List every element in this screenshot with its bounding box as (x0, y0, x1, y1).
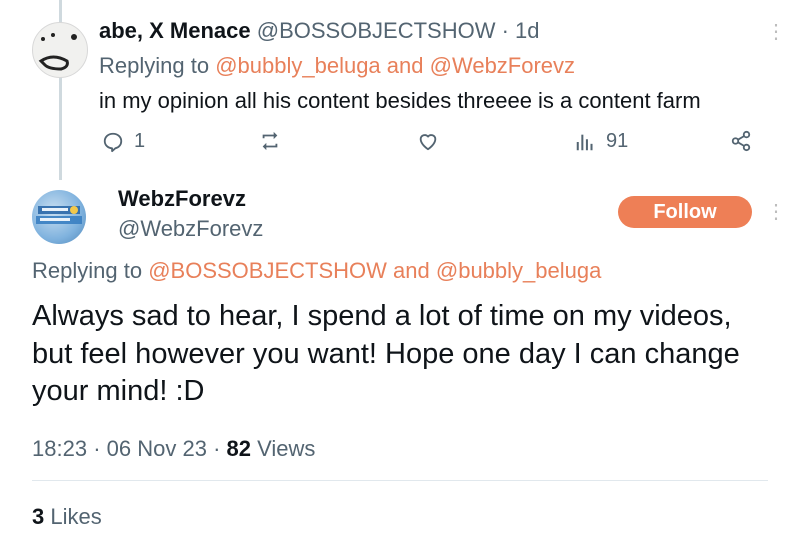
tweet1-separator: · (501, 18, 509, 43)
tweet1-header: abe, X Menace @BOSSOBJECTSHOW · 1d (99, 18, 540, 44)
avatar[interactable] (32, 22, 88, 78)
reply-count: 1 (134, 130, 146, 152)
mention-link[interactable]: @bubbly_beluga (436, 258, 601, 283)
avatar-face-drawing (38, 33, 77, 71)
meta-separator: · (213, 436, 221, 461)
avatar-logo-drawing (36, 206, 82, 224)
tweet2-views-count: 82 (226, 436, 251, 461)
tweet2-time[interactable]: 18:23 (32, 436, 87, 461)
divider (32, 480, 768, 481)
meta-separator: · (93, 436, 101, 461)
retweet-icon (262, 131, 278, 151)
views-count: 91 (606, 130, 629, 152)
tweet1-author-name[interactable]: abe, X Menace (99, 18, 251, 43)
tweet2-author-handle[interactable]: @WebzForevz (118, 216, 263, 242)
replying-prefix: Replying to (99, 53, 210, 78)
tweet1-author-handle[interactable]: @BOSSOBJECTSHOW (257, 18, 496, 43)
tweet1-timestamp[interactable]: 1d (515, 18, 539, 43)
share-icon (731, 130, 751, 152)
tweet2-text: Always sad to hear, I spend a lot of tim… (32, 300, 740, 407)
more-vertical-icon[interactable]: ⋮ (766, 22, 786, 42)
heart-icon (419, 134, 437, 151)
mention-link[interactable]: @BOSSOBJECTSHOW (148, 258, 387, 283)
mention-and: and (386, 53, 424, 78)
tweet1-replying-to: Replying to @bubbly_beluga and @WebzFore… (99, 53, 575, 79)
tweet2-date[interactable]: 06 Nov 23 (107, 436, 207, 461)
tweet1-text: in my opinion all his content besides th… (99, 88, 701, 113)
replying-prefix: Replying to (32, 258, 143, 283)
tweet2-author-name[interactable]: WebzForevz (118, 186, 246, 212)
tweet2-metadata: 18:23 · 06 Nov 23 · 82 Views (32, 436, 315, 462)
reply-button[interactable]: 1 (102, 130, 145, 153)
mention-link[interactable]: @WebzForevz (430, 53, 575, 78)
reply-icon (103, 132, 123, 152)
more-vertical-icon[interactable]: ⋮ (766, 202, 786, 222)
like-button[interactable] (416, 130, 440, 152)
likes-count: 3 (32, 504, 45, 529)
follow-button[interactable]: Follow (618, 196, 752, 228)
likes-link[interactable]: 3 Likes (32, 504, 102, 530)
mention-and: and (393, 258, 430, 283)
tweet2-replying-to: Replying to @BOSSOBJECTSHOW and @bubbly_… (32, 258, 601, 284)
share-button[interactable] (730, 130, 752, 152)
tweet2-views-label: Views (257, 436, 316, 461)
mention-link[interactable]: @bubbly_beluga (215, 53, 380, 78)
avatar[interactable] (32, 190, 86, 244)
likes-label: Likes (50, 504, 102, 529)
views-icon (576, 134, 593, 150)
views-button[interactable]: 91 (574, 130, 628, 153)
retweet-button[interactable] (258, 130, 282, 152)
